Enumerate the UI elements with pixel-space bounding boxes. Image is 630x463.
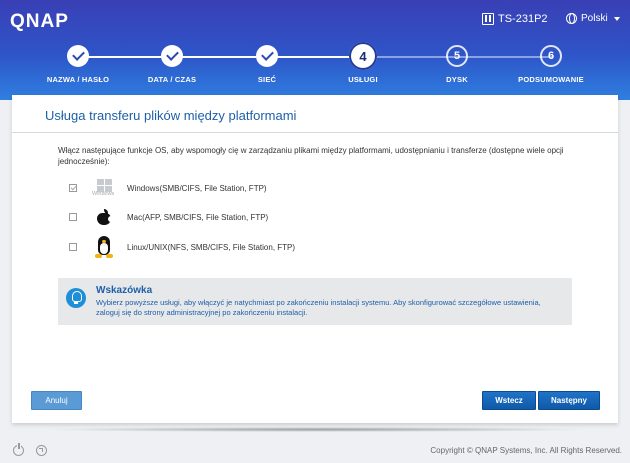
- checkmark-icon: [71, 48, 85, 61]
- mac-checkbox[interactable]: [69, 213, 77, 221]
- wizard-panel: Usługa transferu plików między platforma…: [12, 95, 618, 423]
- linux-option-label: Linux/UNIX(NFS, SMB/CIFS, File Station, …: [127, 242, 296, 252]
- cancel-button[interactable]: Anuluj: [31, 391, 82, 410]
- description-text: Włącz następujące funkcje OS, aby wspomo…: [58, 146, 564, 166]
- step-2-done: [161, 45, 183, 67]
- step-4-current: 4: [349, 42, 377, 70]
- chevron-down-icon: [613, 16, 620, 21]
- windows-checkbox[interactable]: [69, 184, 77, 192]
- checkmark-icon: [260, 48, 274, 61]
- tip-text: Wybierz powyższe usługi, aby włączyć je …: [96, 298, 541, 317]
- power-icon[interactable]: [13, 443, 24, 456]
- windows-option-label: Windows(SMB/CIFS, File Station, FTP): [127, 183, 267, 193]
- stepper-progress-line: [78, 56, 363, 58]
- header-bar: QNAP TS-231P2 Polski 4 5 6 NAZWA / HASŁO…: [0, 0, 630, 100]
- next-button[interactable]: Następny: [538, 391, 600, 410]
- option-linux[interactable]: Linux/UNIX(NFS, SMB/CIFS, File Station, …: [69, 235, 295, 259]
- page-title: Usługa transferu plików między platforma…: [45, 108, 297, 123]
- lightbulb-icon: [66, 288, 86, 308]
- apple-icon: [91, 205, 117, 229]
- title-divider: [12, 132, 618, 133]
- linux-tux-icon: [91, 235, 117, 259]
- back-button[interactable]: Wstecz: [482, 391, 536, 410]
- step-3-done: [256, 45, 278, 67]
- step-6-pending: 6: [540, 45, 562, 67]
- tip-title: Wskazówka: [96, 285, 153, 296]
- language-selector[interactable]: Polski: [566, 13, 620, 24]
- step-label-name-password: NAZWA / HASŁO: [46, 75, 110, 84]
- step-5-pending: 5: [446, 45, 468, 67]
- panel-shadow: [38, 427, 594, 432]
- language-label: Polski: [581, 13, 608, 24]
- restart-icon[interactable]: [36, 445, 47, 456]
- linux-checkbox[interactable]: [69, 243, 77, 251]
- step-label-date-time: DATA / CZAS: [147, 75, 197, 84]
- step-label-network: SIEĆ: [257, 75, 277, 84]
- windows-icon: Windows: [91, 176, 117, 200]
- nas-device-icon: [482, 13, 494, 25]
- option-windows[interactable]: Windows Windows(SMB/CIFS, File Station, …: [69, 176, 267, 200]
- qnap-logo: QNAP: [10, 11, 69, 32]
- option-mac[interactable]: Mac(AFP, SMB/CIFS, File Station, FTP): [69, 205, 268, 229]
- tip-box: Wskazówka Wybierz powyższe usługi, aby w…: [58, 278, 572, 325]
- globe-icon: [566, 13, 577, 24]
- windows-icon-caption: Windows: [92, 191, 115, 197]
- step-label-summary: PODSUMOWANIE: [518, 75, 584, 84]
- step-1-done: [67, 45, 89, 67]
- device-model-label: TS-231P2: [498, 13, 548, 25]
- step-label-services: USŁUGI: [348, 75, 378, 84]
- copyright-text: Copyright © QNAP Systems, Inc. All Right…: [430, 446, 622, 455]
- step-label-disk: DYSK: [446, 75, 468, 84]
- device-model[interactable]: TS-231P2: [482, 13, 548, 25]
- mac-option-label: Mac(AFP, SMB/CIFS, File Station, FTP): [127, 212, 269, 222]
- checkmark-icon: [165, 48, 179, 61]
